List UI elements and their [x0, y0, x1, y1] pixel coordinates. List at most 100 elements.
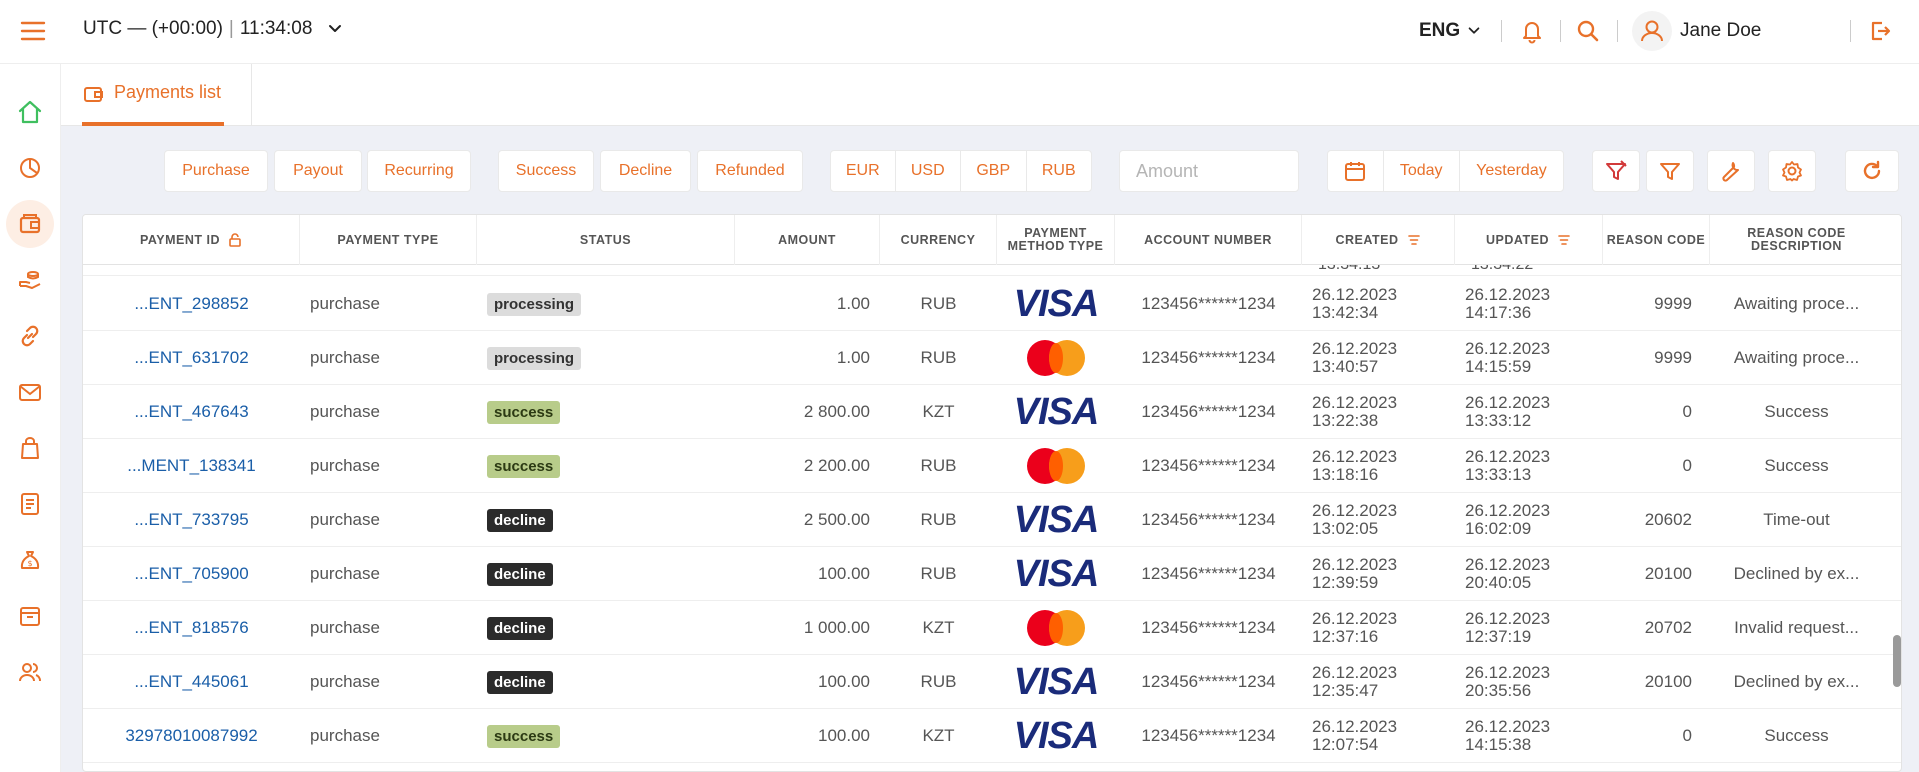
created-date: 26.12.2023	[1312, 285, 1398, 304]
currency-usd-button[interactable]: USD	[896, 151, 961, 191]
payment-type: purchase	[310, 618, 380, 637]
tools-button[interactable]	[1707, 150, 1755, 192]
column-label: Payment ID	[139, 232, 220, 247]
column-header-currency[interactable]: Currency	[880, 215, 997, 265]
payment-id-link[interactable]: ...ENT_631702	[83, 331, 300, 385]
created-cell: 26.12.2023 13:42:34	[1302, 277, 1455, 331]
sidebar-item-reports[interactable]	[6, 480, 54, 528]
currency-eur-button[interactable]: EUR	[831, 151, 896, 191]
column-header-created[interactable]: Created	[1302, 215, 1455, 265]
scrollbar-thumb[interactable]	[1893, 635, 1901, 687]
sidebar-item-users[interactable]	[6, 648, 54, 696]
amount: 2 500.00	[803, 510, 870, 529]
language-selector[interactable]: ENG	[1419, 20, 1482, 42]
currency-rub-button[interactable]: RUB	[1027, 151, 1092, 191]
sidebar-item-mail[interactable]	[6, 368, 54, 416]
sidebar-item-links[interactable]	[6, 312, 54, 360]
reason-code: 20100	[1644, 672, 1692, 691]
table-row[interactable]: ...MENT_138341 purchase success 2 200.00 RUB…	[83, 439, 1901, 493]
payment-id-link[interactable]: ...ENT_445061	[83, 655, 300, 709]
reason-description: Awaiting proce...	[1733, 348, 1860, 367]
amount: 100.00	[818, 564, 870, 583]
payment-method-cell: VISA	[997, 709, 1115, 763]
avatar[interactable]	[1632, 11, 1672, 51]
unlock-icon[interactable]	[228, 233, 242, 247]
mastercard-logo	[1027, 340, 1085, 376]
search-icon[interactable]	[1574, 17, 1602, 45]
user-name[interactable]: Jane Doe	[1680, 20, 1761, 42]
tab-label: Payments list	[114, 82, 222, 102]
filter-decline-button[interactable]: Decline	[600, 150, 691, 192]
sort-icon[interactable]	[1557, 233, 1571, 247]
table-row[interactable]: 32978010087992 purchase success 100.00 KZT VI…	[83, 709, 1901, 763]
column-header-account-number[interactable]: Account number	[1115, 215, 1302, 265]
refresh-button[interactable]	[1845, 150, 1899, 192]
payment-method-cell	[997, 439, 1115, 493]
filter-success-button[interactable]: Success	[498, 150, 594, 192]
filter-button[interactable]	[1646, 150, 1694, 192]
currency: RUB	[920, 456, 957, 475]
payment-id-link[interactable]: ...ENT_298852	[83, 277, 300, 331]
payment-id-link[interactable]: ...ENT_818576	[83, 601, 300, 655]
home-icon	[18, 100, 42, 124]
column-header-payment-type[interactable]: Payment type	[300, 215, 477, 265]
settings-button[interactable]	[1768, 150, 1816, 192]
reason-code: 9999	[1654, 348, 1692, 367]
vertical-scrollbar[interactable]	[1893, 275, 1901, 770]
table-row[interactable]: ...ENT_818576 purchase decline 1 000.00 KZT 1…	[83, 601, 1901, 655]
payment-method-cell: VISA	[997, 385, 1115, 439]
sidebar-item-payments[interactable]	[6, 200, 54, 248]
date-today-button[interactable]: Today	[1384, 151, 1460, 191]
currency-gbp-button[interactable]: GBP	[961, 151, 1027, 191]
filter-refunded-button[interactable]: Refunded	[697, 150, 803, 192]
date-yesterday-button[interactable]: Yesterday	[1460, 151, 1563, 191]
payment-id-link[interactable]: ...MENT_138341	[83, 439, 300, 493]
filter-payout-button[interactable]: Payout	[274, 150, 362, 192]
column-header-payment-id[interactable]: Payment ID	[83, 215, 300, 265]
tab-payments-list[interactable]: Payments list	[82, 82, 224, 126]
money-bag-icon: $	[20, 551, 40, 569]
created-time: 12:07:54	[1312, 735, 1379, 754]
table-row[interactable]: ...ENT_298852 purchase processing 1.00 RUB VI…	[83, 277, 1901, 331]
timezone-selector[interactable]: UTC — (+00:00) | 11:34:08	[83, 18, 344, 40]
menu-icon[interactable]	[20, 20, 46, 42]
filter-purchase-button[interactable]: Purchase	[164, 150, 268, 192]
amount-input[interactable]	[1119, 150, 1299, 192]
table-row[interactable]: ...ENT_631702 purchase processing 1.00 RUB 12…	[83, 331, 1901, 385]
bell-icon[interactable]	[1518, 17, 1546, 45]
logout-icon[interactable]	[1866, 17, 1894, 45]
status-cell: processing	[477, 277, 735, 331]
sidebar-item-payouts[interactable]	[6, 256, 54, 304]
calendar-button[interactable]	[1328, 151, 1384, 191]
payments-table: Payment ID Payment type Status Amount Cu…	[82, 214, 1902, 772]
column-header-payment-method-type[interactable]: Payment method type	[997, 215, 1115, 265]
payment-id-link[interactable]: ...ENT_467643	[83, 385, 300, 439]
column-header-reason-code-description[interactable]: Reason code description	[1710, 215, 1883, 265]
sidebar-item-finance[interactable]: $	[6, 536, 54, 584]
visa-logo: VISA	[1013, 714, 1100, 757]
filter-recurring-button[interactable]: Recurring	[367, 150, 471, 192]
status-badge: processing	[487, 346, 582, 370]
divider	[251, 64, 252, 126]
sort-icon[interactable]	[1407, 233, 1421, 247]
clear-filter-button[interactable]	[1592, 150, 1640, 192]
payment-id-link[interactable]: ...ENT_733795	[83, 493, 300, 547]
table-row[interactable]: ...ENT_733795 purchase decline 2 500.00 RUB V…	[83, 493, 1901, 547]
column-label: Payment method type	[1007, 226, 1104, 253]
column-header-updated[interactable]: Updated	[1455, 215, 1603, 265]
column-header-reason-code[interactable]: Reason code	[1603, 215, 1710, 265]
wallet-icon	[84, 87, 103, 102]
payment-id-link[interactable]: 32978010087992	[83, 709, 300, 763]
sidebar-item-archive[interactable]	[6, 592, 54, 640]
sidebar-item-shop[interactable]	[6, 424, 54, 472]
column-header-status[interactable]: Status	[477, 215, 735, 265]
table-row[interactable]: ...ENT_705900 purchase decline 100.00 RUB VIS…	[83, 547, 1901, 601]
column-header-amount[interactable]: Amount	[735, 215, 880, 265]
created-time: 12:37:16	[1312, 627, 1379, 646]
table-row[interactable]: ...ENT_445061 purchase decline 100.00 RUB VIS…	[83, 655, 1901, 709]
sidebar-item-analytics[interactable]	[6, 144, 54, 192]
payment-id-link[interactable]: ...ENT_705900	[83, 547, 300, 601]
sidebar-item-home[interactable]	[6, 88, 54, 136]
table-row[interactable]: ...ENT_467643 purchase success 2 800.00 KZT V…	[83, 385, 1901, 439]
column-label: Reason code	[1606, 232, 1706, 247]
